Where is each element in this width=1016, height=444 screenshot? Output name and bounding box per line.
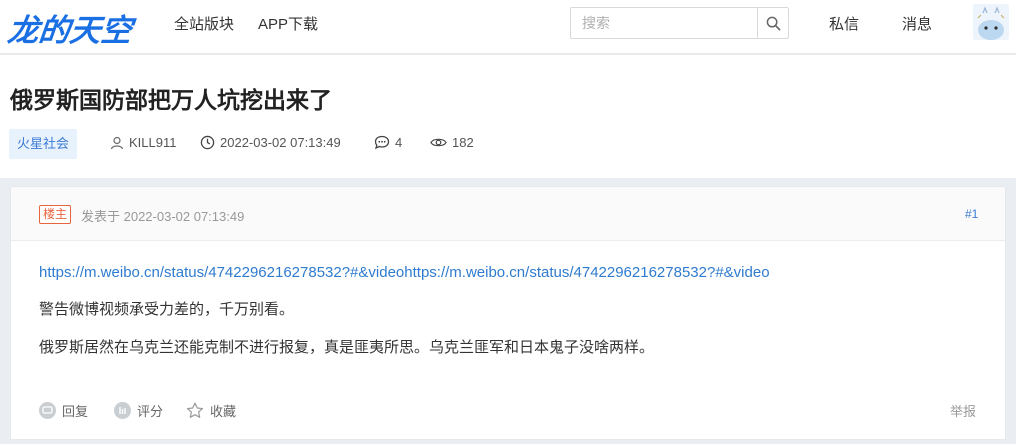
star-icon [186, 402, 204, 418]
report-button[interactable]: 举报 [950, 401, 976, 420]
thread-title: 俄罗斯国防部把万人坑挖出来了 [10, 87, 332, 113]
reply-button[interactable]: 回复 [39, 401, 88, 420]
eye-icon [430, 138, 447, 147]
comments-meta: 4 [374, 135, 402, 150]
post-card: 楼主 发表于 2022-03-02 07:13:49 #1 https://m.… [10, 186, 1006, 440]
floor-number[interactable]: #1 [965, 207, 978, 221]
search-icon [766, 16, 780, 30]
top-navigation-bar: 龙的天空 全站版块 APP下载 私信 消息 [0, 0, 1016, 54]
nav-private-messages[interactable]: 私信 [829, 13, 859, 34]
weibo-link[interactable]: https://m.weibo.cn/status/47422962162785… [39, 264, 770, 281]
board-tag[interactable]: 火星社会 [9, 129, 78, 159]
post-header: 楼主 发表于 2022-03-02 07:13:49 #1 [11, 187, 1005, 241]
rate-icon [114, 402, 131, 419]
post-timestamp: 发表于 2022-03-02 07:13:49 [81, 209, 245, 224]
comment-icon [374, 135, 390, 150]
search-input[interactable] [571, 8, 758, 38]
author-name: KILL911 [129, 135, 177, 150]
user-icon [110, 136, 124, 149]
nav-notifications[interactable]: 消息 [902, 13, 932, 34]
view-count: 182 [452, 135, 474, 150]
favorite-label: 收藏 [210, 404, 237, 419]
comment-count: 4 [395, 135, 403, 150]
nav-all-boards[interactable]: 全站版块 [174, 13, 234, 34]
thread-header: 俄罗斯国防部把万人坑挖出来了 火星社会 KILL911 2022-03-02 0… [0, 55, 1016, 178]
nav-app-download[interactable]: APP下载 [258, 13, 318, 34]
date-meta: 2022-03-02 07:13:49 [200, 135, 341, 150]
favorite-button[interactable]: 收藏 [186, 401, 236, 420]
rate-label: 评分 [137, 404, 164, 419]
thread-date: 2022-03-02 07:13:49 [220, 135, 341, 150]
author-meta[interactable]: KILL911 [110, 135, 176, 150]
post-paragraph: 警告微博视频承受力差的，千万别看。 [39, 301, 295, 318]
site-logo[interactable]: 龙的天空 [6, 5, 135, 50]
search-button[interactable] [757, 8, 788, 38]
reply-icon [39, 402, 56, 419]
user-avatar[interactable] [973, 4, 1009, 40]
op-badge: 楼主 [39, 205, 72, 224]
views-meta: 182 [430, 135, 474, 150]
post-paragraph: 俄罗斯居然在乌克兰还能克制不进行报复，真是匪夷所思。乌克兰匪军和日本鬼子没啥两样… [39, 339, 655, 356]
clock-icon [200, 135, 215, 150]
search-box [570, 7, 789, 39]
rate-button[interactable]: 评分 [114, 401, 163, 420]
avatar-image [973, 4, 1009, 40]
reply-label: 回复 [62, 404, 89, 419]
